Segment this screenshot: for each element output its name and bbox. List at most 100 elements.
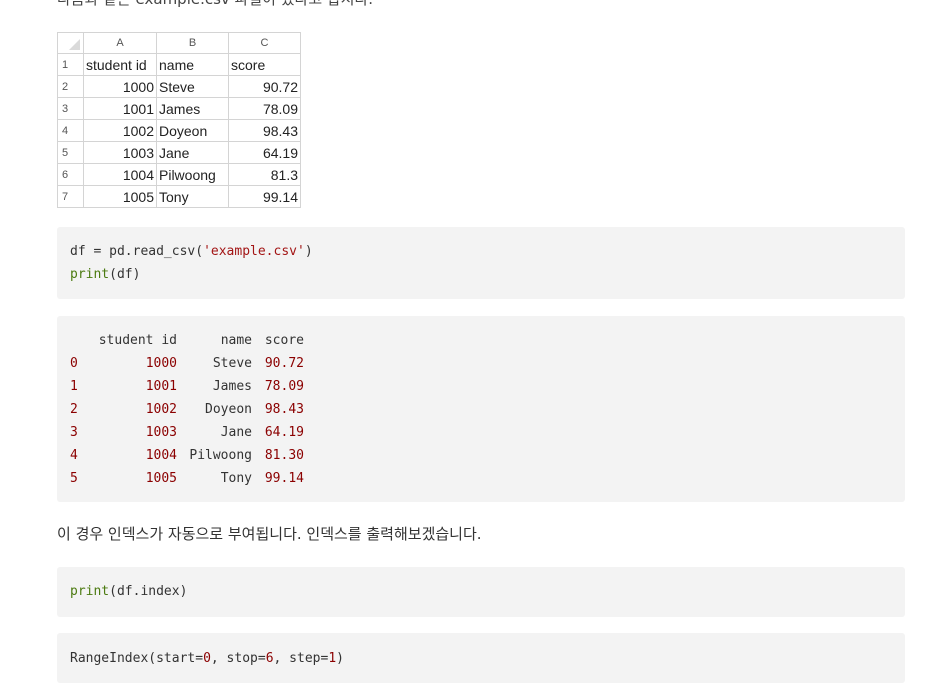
output-cell: 64.19 [264,425,304,440]
cell: name [156,53,229,76]
cell: 98.43 [228,119,301,142]
output-text: RangeIndex(start= [70,651,204,666]
output-cell: 1000 [145,356,177,371]
code-line: print(df) [70,263,892,286]
code-text: (df) [109,267,141,282]
output-index: 0 [70,356,78,371]
index-header [70,329,80,352]
spreadsheet-image: A B C 1 student id name score 2 1000 Ste… [57,32,301,208]
output-cell: Pilwoong [189,448,252,463]
sheet-row: 3 1001 James 78.09 [57,97,301,120]
row-number: 2 [57,75,84,98]
output-cell: Steve [212,356,252,371]
output-cell: Tony [220,471,252,486]
row-number: 3 [57,97,84,120]
output-row: 5 1005 Tony 99.14 [70,467,304,490]
code-text: (df.index) [109,584,188,599]
row-number: 4 [57,119,84,142]
paragraph-text: 이 경우 인덱스가 자동으로 부여됩니다. 인덱스를 출력해보겠습니다. [57,525,482,543]
code-line: print(df.index) [70,580,892,603]
sheet-row: 1 student id name score [57,53,301,76]
output-cell: Doyeon [205,402,252,417]
output-row: 3 1003 Jane 64.19 [70,421,304,444]
output-cell: James [212,379,252,394]
output-row: 4 1004 Pilwoong 81.30 [70,444,304,467]
output-line: RangeIndex(start=0, stop=6, step=1) [70,647,892,670]
cell: student id [83,53,157,76]
intro-text: 다음과 같은 example.csv 파일이 있다고 합시다. [57,0,373,9]
sheet-row: 6 1004 Pilwoong 81.3 [57,163,301,186]
output-cell: 98.43 [264,402,304,417]
cell: 90.72 [228,75,301,98]
sheet-row: 5 1003 Jane 64.19 [57,141,301,164]
cell: 81.3 [228,163,301,186]
output-cell: Jane [220,425,252,440]
cell: 1003 [83,141,157,164]
dataframe-output: student id name score 0 1000 Steve 90.72… [70,329,304,490]
output-cell: 81.30 [264,448,304,463]
output-text: , step= [273,651,329,666]
row-number: 1 [57,53,84,76]
output-number: 6 [265,651,274,666]
output-text: , stop= [210,651,266,666]
output-row: 2 1002 Doyeon 98.43 [70,398,304,421]
output-index: 4 [70,448,78,463]
output-header: student id [98,333,177,348]
code-line: df = pd.read_csv('example.csv') [70,240,892,263]
sheet-row: 4 1002 Doyeon 98.43 [57,119,301,142]
select-all-triangle-icon [69,39,80,50]
output-index: 2 [70,402,78,417]
cell: 64.19 [228,141,301,164]
output-cell: 1003 [145,425,177,440]
cell: 78.09 [228,97,301,120]
cell: Tony [156,185,229,208]
cell: 99.14 [228,185,301,208]
output-index: 5 [70,471,78,486]
row-number: 6 [57,163,84,186]
output-cell: 1002 [145,402,177,417]
cell: Jane [156,141,229,164]
output-cell: 1005 [145,471,177,486]
output-row: 1 1001 James 78.09 [70,375,304,398]
output-row: 0 1000 Steve 90.72 [70,352,304,375]
code-string: 'example.csv' [203,244,305,259]
output-cell: 99.14 [264,471,304,486]
output-cell: 90.72 [264,356,304,371]
output-cell: 1004 [145,448,177,463]
output-header: score [264,333,304,348]
cell: 1005 [83,185,157,208]
cell: 1000 [83,75,157,98]
cell: score [228,53,301,76]
output-block-rangeindex[interactable]: RangeIndex(start=0, stop=6, step=1) [57,633,905,683]
cell: James [156,97,229,120]
output-cell: 78.09 [264,379,304,394]
cell: Steve [156,75,229,98]
column-header-c: C [228,32,301,54]
output-block-dataframe[interactable]: student id name score 0 1000 Steve 90.72… [57,316,905,502]
column-header-b: B [156,32,229,54]
output-index: 3 [70,425,78,440]
cell: Doyeon [156,119,229,142]
sheet-corner [57,32,84,54]
cell: 1001 [83,97,157,120]
code-block-read-csv[interactable]: df = pd.read_csv('example.csv') print(df… [57,227,905,299]
output-header: name [220,333,252,348]
cell: Pilwoong [156,163,229,186]
column-header-a: A [83,32,157,54]
row-number: 5 [57,141,84,164]
output-index: 1 [70,379,78,394]
code-block-print-index[interactable]: print(df.index) [57,567,905,617]
output-number: 0 [203,651,211,666]
sheet-row: 7 1005 Tony 99.14 [57,185,301,208]
output-cell: 1001 [145,379,177,394]
code-text: df = pd.read_csv( [70,244,204,259]
sheet-row: 2 1000 Steve 90.72 [57,75,301,98]
code-keyword: print [70,267,110,282]
code-text: ) [304,244,313,259]
output-number: 1 [328,651,337,666]
row-number: 7 [57,185,84,208]
code-keyword: print [70,584,110,599]
cell: 1002 [83,119,157,142]
output-text: ) [336,651,344,666]
cell: 1004 [83,163,157,186]
